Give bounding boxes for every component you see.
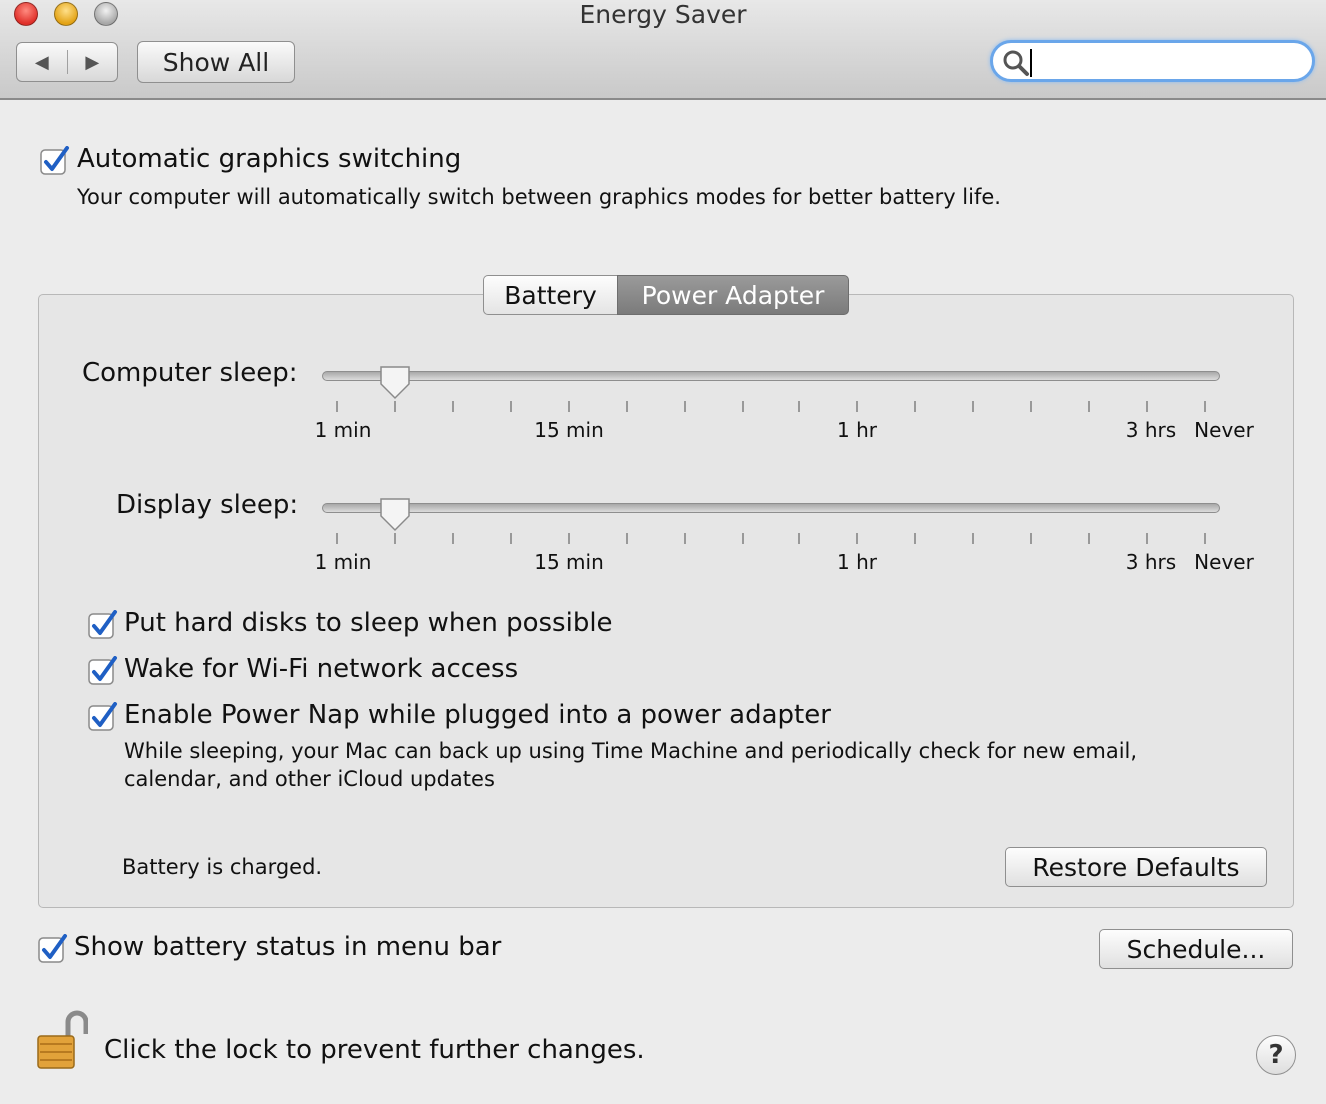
- wake-wifi-label: Wake for Wi-Fi network access: [124, 654, 519, 684]
- computer-sleep-slider-knob[interactable]: [378, 364, 412, 400]
- help-icon: ?: [1268, 1040, 1284, 1070]
- tick: [1088, 533, 1090, 544]
- display-sleep-tick-label: 1 min: [314, 550, 372, 574]
- tick: [1204, 401, 1206, 412]
- help-button[interactable]: ?: [1256, 1035, 1296, 1075]
- tab-battery[interactable]: Battery: [483, 275, 617, 315]
- display-sleep-label: Display sleep:: [116, 490, 299, 520]
- tick: [568, 533, 570, 544]
- display-sleep-track[interactable]: [322, 503, 1220, 513]
- tick: [336, 533, 338, 544]
- tick: [972, 533, 974, 544]
- power-nap-description-line1: While sleeping, your Mac can back up usi…: [124, 739, 1138, 763]
- forward-arrow-icon: ▶: [85, 51, 100, 73]
- tick: [510, 401, 512, 412]
- computer-sleep-tick-label: 1 hr: [837, 418, 877, 442]
- computer-sleep-track[interactable]: [322, 371, 1220, 381]
- tab-power-adapter[interactable]: Power Adapter: [617, 275, 849, 315]
- tick: [1030, 533, 1032, 544]
- tick: [1204, 533, 1206, 544]
- back-forward-control: ◀ ▶: [16, 42, 118, 82]
- search-icon: [1003, 50, 1029, 76]
- tick: [914, 533, 916, 544]
- restore-defaults-button[interactable]: Restore Defaults: [1005, 847, 1267, 887]
- computer-sleep-tick-label: 3 hrs: [1125, 418, 1177, 442]
- tick: [626, 533, 628, 544]
- tick: [394, 401, 396, 412]
- tick: [684, 533, 686, 544]
- tick: [1088, 401, 1090, 412]
- tick: [742, 401, 744, 412]
- graphics-switching-description: Your computer will automatically switch …: [77, 185, 1001, 209]
- title-bar: Energy Saver ◀ ▶ Show All: [0, 0, 1326, 100]
- tick: [972, 401, 974, 412]
- tick: [856, 401, 858, 412]
- show-battery-status-checkbox[interactable]: [38, 934, 68, 964]
- battery-status-text: Battery is charged.: [122, 855, 323, 879]
- wake-wifi-checkbox[interactable]: [88, 656, 118, 686]
- show-all-button[interactable]: Show All: [137, 41, 295, 83]
- tick: [1146, 533, 1148, 544]
- forward-button[interactable]: ▶: [68, 43, 118, 81]
- tick: [798, 401, 800, 412]
- tick: [452, 533, 454, 544]
- tick: [568, 401, 570, 412]
- display-sleep-tick-label: 15 min: [534, 550, 604, 574]
- back-button[interactable]: ◀: [17, 43, 67, 81]
- search-input[interactable]: [1031, 47, 1305, 77]
- tick: [742, 533, 744, 544]
- tick: [1030, 401, 1032, 412]
- display-sleep-tick-label: 3 hrs: [1125, 550, 1177, 574]
- lock-message: Click the lock to prevent further change…: [104, 1035, 645, 1065]
- display-sleep-tick-label: Never: [1194, 550, 1254, 574]
- tick: [798, 533, 800, 544]
- computer-sleep-tick-label: Never: [1194, 418, 1254, 442]
- padlock-open-icon[interactable]: [36, 1008, 88, 1072]
- power-nap-description-line2: calendar, and other iCloud updates: [124, 767, 495, 791]
- computer-sleep-tick-label: 15 min: [534, 418, 604, 442]
- show-battery-status-label: Show battery status in menu bar: [74, 932, 502, 962]
- power-nap-checkbox[interactable]: [88, 702, 118, 732]
- window-title: Energy Saver: [579, 0, 747, 29]
- tick: [510, 533, 512, 544]
- graphics-switching-checkbox[interactable]: [40, 146, 70, 176]
- schedule-button[interactable]: Schedule...: [1099, 929, 1293, 969]
- hard-disk-sleep-checkbox[interactable]: [88, 610, 118, 640]
- tick: [684, 401, 686, 412]
- tick: [336, 401, 338, 412]
- tick: [452, 401, 454, 412]
- tick: [856, 533, 858, 544]
- display-sleep-slider-knob[interactable]: [378, 496, 412, 532]
- tick: [626, 401, 628, 412]
- computer-sleep-tick-label: 1 min: [314, 418, 372, 442]
- search-field[interactable]: [990, 40, 1315, 82]
- tick: [914, 401, 916, 412]
- power-nap-label: Enable Power Nap while plugged into a po…: [124, 700, 831, 730]
- tick: [1146, 401, 1148, 412]
- hard-disk-sleep-label: Put hard disks to sleep when possible: [124, 608, 613, 638]
- text-caret: [1030, 49, 1032, 77]
- graphics-switching-label: Automatic graphics switching: [77, 144, 462, 174]
- back-arrow-icon: ◀: [34, 51, 49, 73]
- computer-sleep-label: Computer sleep:: [82, 358, 298, 388]
- display-sleep-tick-label: 1 hr: [837, 550, 877, 574]
- tick: [394, 533, 396, 544]
